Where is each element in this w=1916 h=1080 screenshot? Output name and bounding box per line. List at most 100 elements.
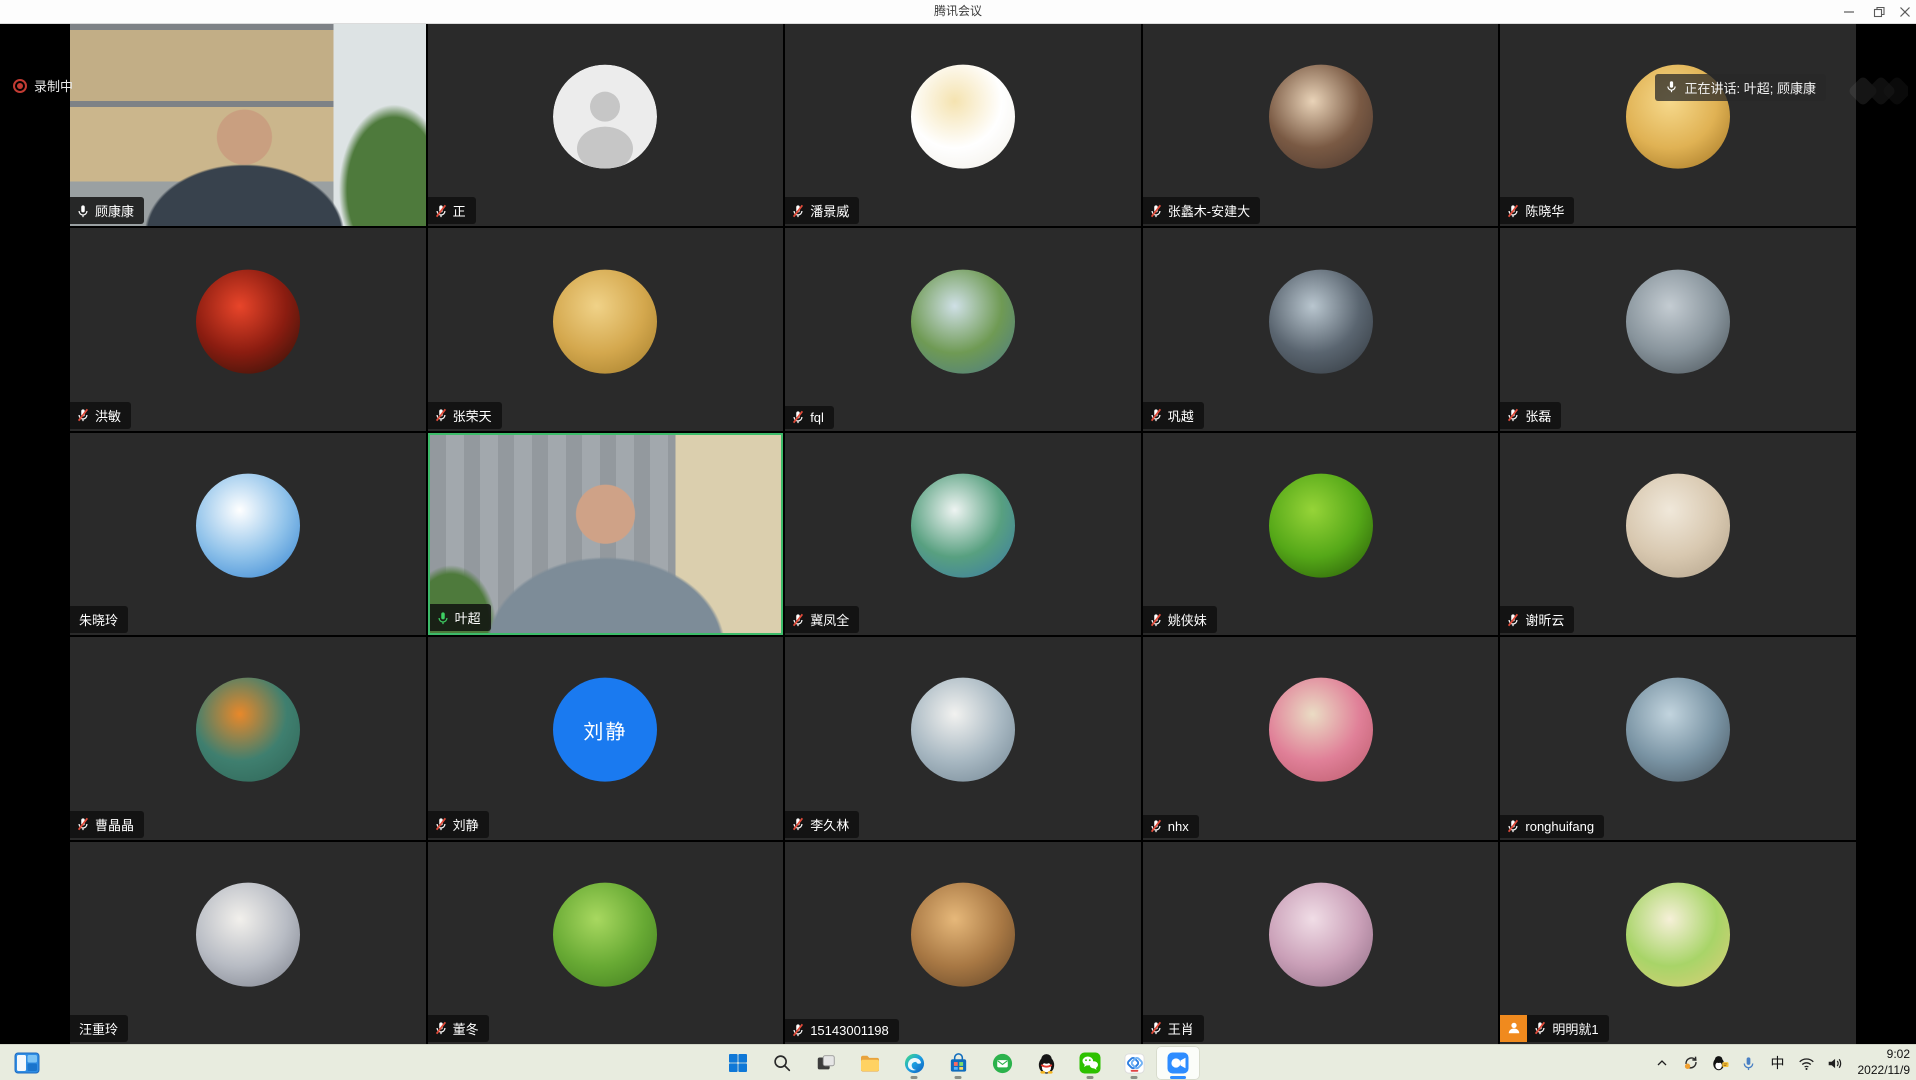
participant-plate: 顾康康 [70,197,144,224]
taskbar-qq-button[interactable] [1024,1046,1068,1080]
avatar [553,882,657,986]
participant-tile[interactable]: 冀凤全 [785,433,1141,635]
restore-button[interactable] [1864,0,1894,23]
show-desktop-icon [14,1052,40,1074]
participant-nameplate: 姚侠妹 [1143,606,1217,633]
participant-nameplate: 叶超 [430,604,491,631]
meeting-icon [1166,1051,1190,1075]
participant-tile[interactable]: 董冬 [428,842,784,1044]
participant-tile[interactable]: 张荣天 [428,228,784,430]
tray-expand-button[interactable] [1649,1048,1675,1078]
participant-plate: 巩越 [1143,402,1204,429]
participant-name: 15143001198 [810,1023,889,1038]
participant-tile[interactable]: 15143001198 [785,842,1141,1044]
mic-on-icon [76,204,90,218]
docs-icon [1123,1052,1146,1075]
taskbar-edge-button[interactable] [892,1046,936,1080]
participant-plate: 姚侠妹 [1143,606,1217,633]
tray-microphone-button[interactable] [1736,1048,1762,1078]
participant-tile[interactable]: ronghuifang [1500,637,1856,839]
mic-muted-icon [434,817,448,831]
participant-plate: ronghuifang [1500,815,1604,838]
avatar [1269,474,1373,578]
participant-plate: 朱晓玲 [70,606,128,633]
avatar [196,882,300,986]
running-indicator [1170,1076,1186,1079]
tray-sync-button[interactable] [1678,1048,1704,1078]
participant-tile[interactable]: 陈晓华 [1500,24,1856,226]
taskbar-store-button[interactable] [936,1046,980,1080]
participant-tile[interactable]: 王肖 [1143,842,1499,1044]
taskbar-meeting-button[interactable] [1156,1046,1200,1080]
show-desktop-button[interactable] [10,1046,44,1080]
participant-name: 李久林 [810,815,849,834]
taskbar-search-button[interactable] [760,1046,804,1080]
participant-tile[interactable]: 张磊 [1500,228,1856,430]
taskbar-explorer-button[interactable] [848,1046,892,1080]
participant-tile[interactable]: fql [785,228,1141,430]
participant-plate: 张荣天 [428,402,502,429]
taskbar-docs-button[interactable] [1112,1046,1156,1080]
participant-tile[interactable]: 朱晓玲 [70,433,426,635]
participant-tile[interactable]: 谢昕云 [1500,433,1856,635]
participant-plate: 15143001198 [785,1019,899,1042]
participant-plate: 潘景威 [785,197,859,224]
participant-video [70,24,426,226]
taskbar-wechat-button[interactable] [1068,1046,1112,1080]
recording-indicator: 录制中 [13,76,73,95]
wifi-button[interactable] [1794,1048,1820,1078]
mic-muted-icon [791,410,805,424]
avatar [1626,474,1730,578]
taskbar-start-button[interactable] [716,1046,760,1080]
mic-muted-icon [1506,613,1520,627]
participant-tile[interactable]: 汪重玲 [70,842,426,1044]
mic-muted-icon [791,613,805,627]
ime-indicator[interactable]: 中 [1765,1048,1791,1078]
minimize-button[interactable] [1834,0,1864,23]
avatar-text: 刘静 [583,716,627,745]
participant-name: 董冬 [453,1019,479,1038]
speaking-indicator: 正在讲话: 叶超; 顾康康 [1655,74,1826,101]
wifi-icon [1798,1056,1815,1071]
participant-plate: 李久林 [785,811,859,838]
participant-tile[interactable]: 张蠡木-安建大 [1143,24,1499,226]
qq-icon [1035,1052,1058,1075]
participant-plate: 汪重玲 [70,1015,128,1042]
running-indicator [1131,1076,1138,1079]
mic-muted-icon [1506,408,1520,422]
participant-tile[interactable]: 刘静刘静 [428,637,784,839]
participant-nameplate: 刘静 [428,811,489,838]
taskbar-mail-button[interactable] [980,1046,1024,1080]
participant-tile[interactable]: nhx [1143,637,1499,839]
mic-muted-icon [1533,1021,1547,1035]
participant-tile[interactable]: 洪敏 [70,228,426,430]
participant-tile[interactable]: 李久林 [785,637,1141,839]
mic-muted-icon [1149,613,1163,627]
participant-name: 明明就1 [1552,1019,1598,1038]
participant-tile[interactable]: 明明就1 [1500,842,1856,1044]
participant-tile[interactable]: 顾康康 [70,24,426,226]
participant-tile[interactable]: 姚侠妹 [1143,433,1499,635]
participant-nameplate: 谢昕云 [1500,606,1574,633]
tray-qq-button[interactable] [1707,1048,1733,1078]
close-icon [1899,6,1911,18]
taskbar-taskview-button[interactable] [804,1046,848,1080]
start-icon [726,1051,750,1075]
participant-nameplate: 董冬 [428,1015,489,1042]
participant-name: 曹晶晶 [95,815,134,834]
avatar [1269,65,1373,169]
participant-tile[interactable]: 巩越 [1143,228,1499,430]
participant-tile[interactable]: 潘景威 [785,24,1141,226]
participant-name: fql [810,410,824,425]
participant-tile[interactable]: 曹晶晶 [70,637,426,839]
running-indicator [1087,1076,1094,1079]
taskbar-clock[interactable]: 9:02 2022/11/9 [1852,1047,1911,1078]
participant-name: 叶超 [455,608,481,627]
close-button[interactable] [1894,0,1916,23]
window-controls [1834,0,1916,23]
participant-tile[interactable]: 叶超 [428,433,784,635]
participant-tile[interactable]: 正 [428,24,784,226]
recording-dot-icon [13,79,27,93]
participant-plate: 明明就1 [1500,1015,1608,1042]
volume-button[interactable] [1823,1048,1849,1078]
